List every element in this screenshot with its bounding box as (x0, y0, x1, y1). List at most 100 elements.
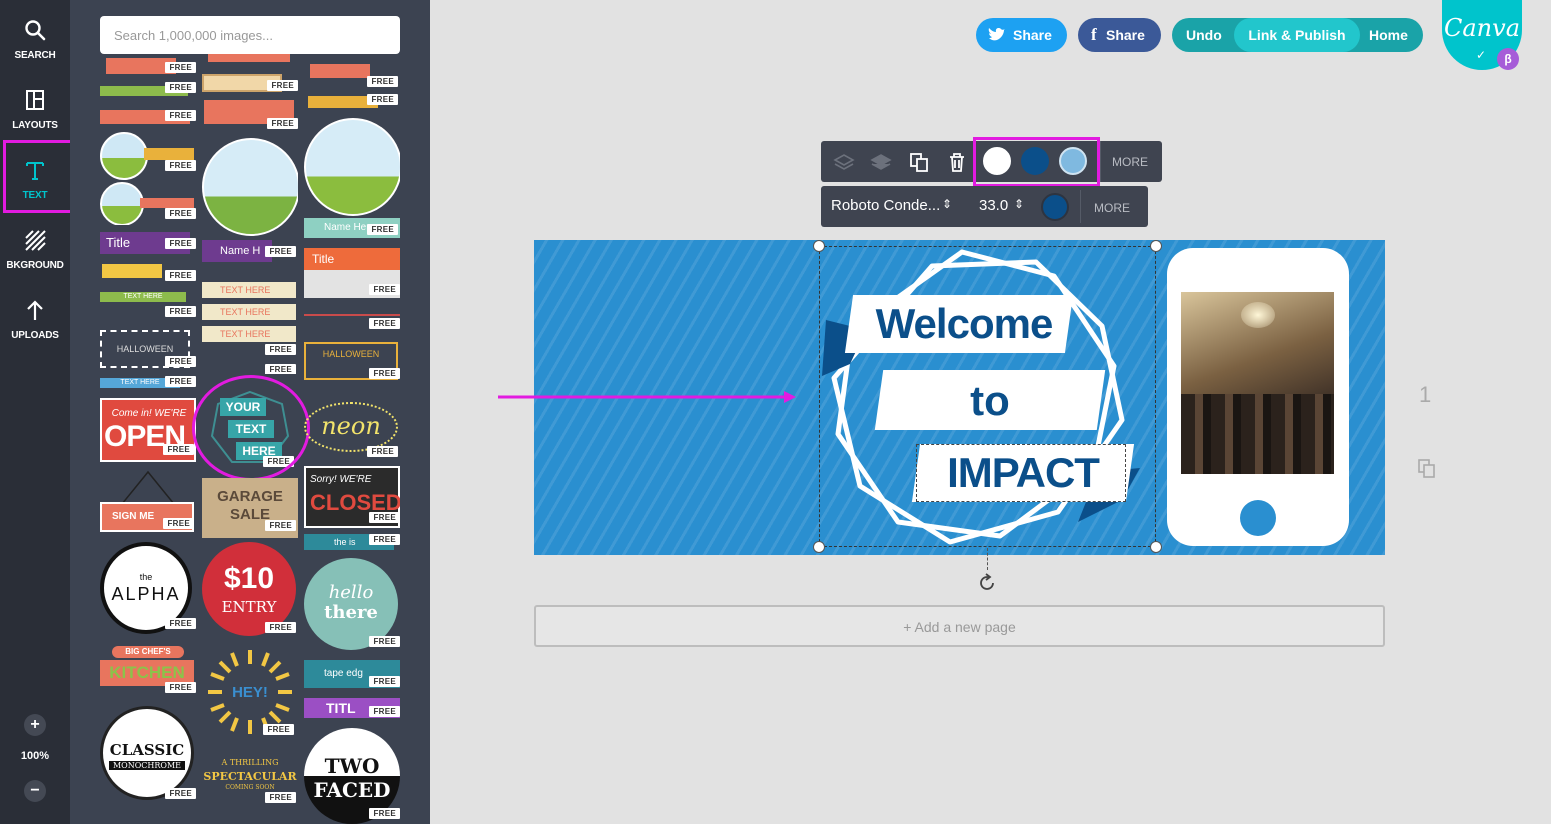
landscape-circle (100, 182, 144, 225)
zoom-level: 100% (20, 750, 50, 762)
text-template-name-circle[interactable]: Name H FREE (202, 138, 298, 262)
garage-text: GARAGE (217, 488, 283, 505)
ribbon-shape (208, 54, 290, 62)
free-badge: FREE (367, 76, 398, 87)
neon-text: neon (304, 402, 398, 452)
home-button[interactable]: Home (1369, 18, 1408, 52)
zoom-in-button[interactable]: + (24, 714, 46, 736)
text-panel: FREE FREE FREE FREE FREE FREE FREE FREE … (70, 0, 430, 824)
twitter-icon (988, 28, 1005, 41)
text-here-label: TEXT HERE (100, 292, 186, 302)
text-template-neon[interactable]: neon FREE (304, 400, 400, 460)
more-button[interactable]: MORE (1112, 155, 1148, 169)
coming-soon-text: COMING SOON (225, 784, 275, 791)
nav-background-label: BKGROUND (6, 260, 64, 271)
ribbon-shape (102, 264, 162, 278)
move-backward-icon[interactable] (833, 151, 855, 173)
link-publish-button[interactable]: Link & Publish (1234, 18, 1360, 52)
free-badge: FREE (369, 368, 400, 379)
text-template-spectacular[interactable]: A THRILLING SPECTACULAR COMING SOON FREE (202, 746, 298, 806)
trash-icon[interactable] (946, 151, 968, 173)
copy-page-icon[interactable] (1417, 458, 1437, 478)
resize-handle-bottom-right[interactable] (1150, 541, 1162, 553)
text-template-arrow-ribbons[interactable]: TEXT HERE TEXT HERE TEXT HERE FREE FREE (202, 268, 298, 374)
facebook-share-button[interactable]: f Share (1078, 18, 1161, 52)
landscape-circle (304, 118, 400, 216)
classic-circle: CLASSIC MONOCHROME (100, 706, 194, 800)
phone-graphic[interactable] (1167, 248, 1349, 546)
upload-icon (27, 300, 43, 320)
there-text: there (324, 602, 378, 623)
text-template-hey[interactable]: HEY! FREE (202, 646, 298, 738)
text-template-ribbons-3[interactable]: FREE FREE (304, 56, 400, 112)
page-number: 1 (1419, 382, 1432, 407)
text-template-ten-dollar-entry[interactable]: $10 ENTRY FREE (202, 542, 298, 636)
resize-handle-top-right[interactable] (1150, 240, 1162, 252)
nav-background[interactable]: BKGROUND (0, 220, 70, 288)
font-select-chevron-icon: ⇕ (942, 197, 953, 211)
font-size-input[interactable]: 33.0 (979, 197, 1008, 214)
font-family-select[interactable]: Roboto Conde... (831, 197, 940, 214)
text-template-photo-labels[interactable]: FREE FREE (100, 130, 196, 225)
duplicate-icon[interactable] (908, 151, 930, 173)
free-badge: FREE (165, 682, 196, 693)
nav-search[interactable]: SEARCH (0, 10, 70, 78)
text-template-hello-there[interactable]: hello there FREE (304, 558, 400, 650)
text-template-tape-edge[interactable]: tape edg TITL FREE FREE (304, 658, 400, 722)
landscape-circle (100, 132, 148, 180)
text-here-label: TEXT HERE (202, 304, 296, 320)
free-badge: FREE (165, 618, 196, 629)
undo-button[interactable]: Undo (1186, 18, 1222, 52)
rotate-icon[interactable] (977, 573, 997, 593)
free-badge: FREE (163, 518, 194, 529)
free-badge: FREE (369, 512, 400, 523)
text-template-classic-monochrome[interactable]: CLASSIC MONOCHROME FREE (100, 706, 196, 802)
text-template-stacked-ribbons[interactable]: Title TEXT HERE HALLOWEEN TEXT HERE FREE… (100, 230, 196, 390)
text-template-ribbons-2[interactable]: FREE FREE (202, 48, 298, 130)
text-template-closed-sign[interactable]: Sorry! WE'RE CLOSED the is FREE FREE (304, 466, 400, 552)
crowd-shapes (1181, 394, 1334, 474)
free-badge: FREE (165, 306, 196, 317)
free-badge: FREE (369, 534, 400, 545)
move-forward-icon[interactable] (870, 151, 892, 173)
text-template-open-sign[interactable]: Come in! WE'RE OPEN FREE (100, 398, 196, 462)
text-template-garage-sale[interactable]: GARAGE SALE FREE (202, 478, 298, 538)
text-template-ribbons-1[interactable]: FREE FREE FREE (100, 56, 196, 126)
text-color-swatch[interactable] (1041, 193, 1069, 221)
add-new-page-button[interactable]: + Add a new page (534, 605, 1385, 647)
text-template-kitchen[interactable]: BIG CHEF'S KITCHEN FREE (100, 642, 196, 698)
zoom-out-button[interactable]: − (24, 780, 46, 802)
free-badge: FREE (267, 80, 298, 91)
check-icon: ✓ (1476, 48, 1487, 62)
background-icon (25, 230, 46, 251)
text-template-two-faced[interactable]: TWO FACED FREE (304, 728, 400, 824)
more-text-options-button[interactable]: MORE (1094, 201, 1130, 215)
text-template-sign-me[interactable]: SIGN ME FREE (100, 470, 196, 534)
canva-logo-text: Canva (1444, 14, 1520, 42)
nav-uploads[interactable]: UPLOADS (0, 290, 70, 358)
text-here-label: TEXT HERE (202, 282, 296, 298)
hey-text: HEY! (232, 684, 268, 701)
classic-text: CLASSIC (109, 741, 185, 759)
publish-group: Undo Link & Publish Home (1172, 18, 1423, 52)
title-label: Title (304, 248, 400, 270)
text-template-title-card[interactable]: Title HALLOWEEN FREE FREE FREE (304, 246, 400, 382)
alpha-text: ALPHA (111, 584, 181, 604)
resize-handle-top-left[interactable] (813, 240, 825, 252)
free-badge: FREE (367, 446, 398, 457)
chandelier-glow (1241, 302, 1275, 328)
selection-box (819, 246, 1156, 547)
text-template-name-circle-large[interactable]: Name Here FREE (304, 118, 400, 240)
free-badge: FREE (367, 224, 398, 235)
monochrome-text: MONOCHROME (109, 761, 185, 770)
resize-handle-bottom-left[interactable] (813, 541, 825, 553)
big-chefs-text: BIG CHEF'S (112, 646, 184, 658)
nav-layouts[interactable]: LAYOUTS (0, 80, 70, 148)
twitter-share-button[interactable]: Share (976, 18, 1067, 52)
label-shape (140, 198, 194, 208)
label-shape (144, 148, 194, 160)
free-badge: FREE (367, 94, 398, 105)
ribbon-shape (310, 64, 370, 78)
party-photo[interactable] (1181, 292, 1334, 474)
text-template-alpha[interactable]: the ALPHA FREE (100, 542, 196, 634)
